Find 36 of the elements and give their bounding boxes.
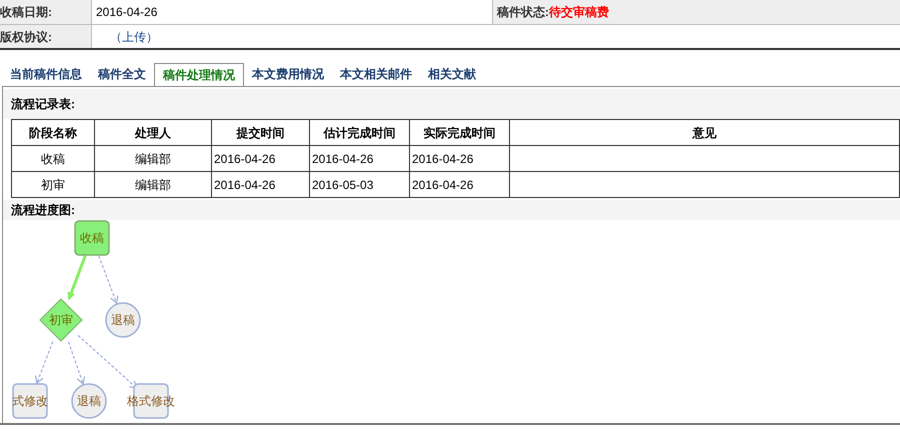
column-header: 提交时间: [212, 120, 310, 146]
table-cell: 2016-04-26: [410, 172, 510, 198]
table-cell: 收稿: [12, 146, 94, 172]
tab[interactable]: 稿件处理情况: [154, 63, 244, 87]
tab[interactable]: 相关文献: [420, 62, 484, 86]
node-label: 格式修改: [127, 394, 175, 408]
table-cell: 2016-04-26: [410, 146, 510, 172]
node-label: 退稿: [77, 394, 101, 408]
column-header: 实际完成时间: [410, 120, 510, 146]
table-cell: 2016-05-03: [310, 172, 410, 198]
table-cell: 初审: [12, 172, 94, 198]
tab[interactable]: 当前稿件信息: [2, 62, 90, 86]
node-label: 式修改: [12, 394, 48, 408]
tab[interactable]: 稿件全文: [90, 62, 154, 86]
field-value: 2016-04-26: [96, 4, 158, 21]
table-cell: 2016-04-26: [212, 172, 310, 198]
column-header: 处理人: [94, 120, 212, 146]
column-header: 意见: [510, 120, 900, 146]
table-cell: 编辑部: [94, 172, 212, 198]
column-header: 阶段名称: [12, 120, 94, 146]
node-label: 退稿: [111, 313, 135, 327]
tab[interactable]: 本文费用情况: [244, 62, 332, 86]
upload-link[interactable]: （上传）: [110, 28, 158, 46]
section-title: 流程记录表:: [11, 96, 75, 113]
node-label: 初审: [49, 313, 73, 327]
table-cell: 2016-04-26: [310, 146, 410, 172]
field-label: 稿件状态:: [497, 4, 549, 21]
table-cell: 2016-04-26: [212, 146, 310, 172]
node-label: 收稿: [80, 231, 104, 245]
tab[interactable]: 本文相关邮件: [332, 62, 420, 86]
table-cell: 编辑部: [94, 146, 212, 172]
section-title: 流程进度图:: [11, 202, 75, 219]
column-header: 估计完成时间: [310, 120, 410, 146]
field-label: 版权协议:: [0, 28, 52, 46]
status-value: 待交审稿费: [549, 4, 609, 21]
field-label: 收稿日期:: [0, 4, 52, 21]
